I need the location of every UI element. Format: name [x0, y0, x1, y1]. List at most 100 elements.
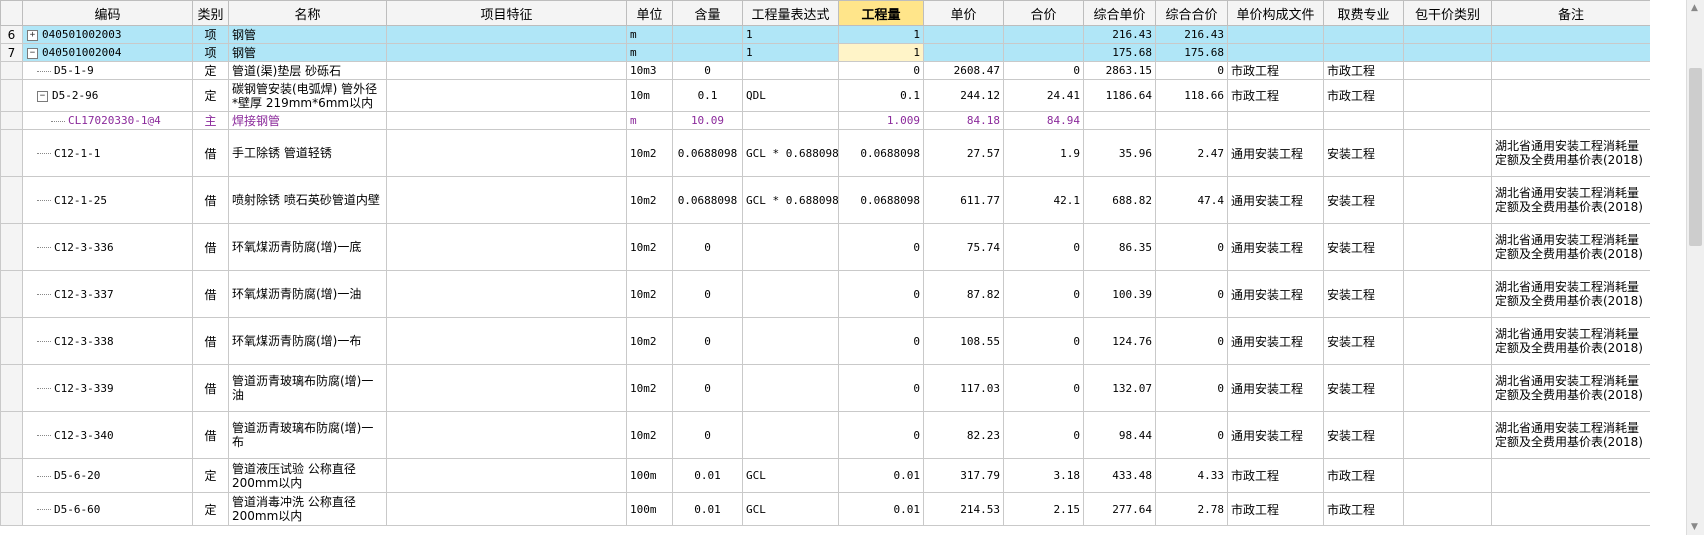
cell-pkg[interactable] [1403, 317, 1492, 365]
cell-code[interactable]: D5-1-9 [22, 61, 193, 80]
cell-remark[interactable] [1491, 458, 1650, 493]
cell-content[interactable]: 0.0688098 [672, 129, 743, 177]
cell-content[interactable]: 0 [672, 270, 743, 318]
cell-remark[interactable] [1491, 25, 1650, 44]
cell-qty[interactable]: 1 [838, 43, 924, 62]
cell-fee[interactable]: 市政工程 [1323, 458, 1404, 493]
cell-qty[interactable]: 1.009 [838, 111, 924, 130]
cell-type[interactable]: 借 [192, 411, 229, 459]
cell-name[interactable]: 环氧煤沥青防腐(增)一底 [228, 223, 387, 271]
header-name[interactable]: 名称 [228, 0, 387, 26]
header-type[interactable]: 类别 [192, 0, 229, 26]
cell-qty[interactable]: 0 [838, 270, 924, 318]
cell-expr[interactable] [742, 223, 839, 271]
cell-expr[interactable]: GCL * 0.688098 [742, 176, 839, 224]
cell-pkg[interactable] [1403, 43, 1492, 62]
cell-qty[interactable]: 0 [838, 317, 924, 365]
cell-total[interactable]: 0 [1003, 317, 1084, 365]
cell-unit[interactable]: 100m [626, 458, 673, 493]
cell-file[interactable]: 通用安装工程 [1227, 364, 1324, 412]
cell-price[interactable]: 87.82 [923, 270, 1004, 318]
cell-price[interactable]: 82.23 [923, 411, 1004, 459]
cell-total[interactable]: 0 [1003, 411, 1084, 459]
table-row[interactable]: C12-3-337 借环氧煤沥青防腐(增)一油 10m2 0 0 87.82 0 100.39… [0, 270, 1650, 318]
header-fee[interactable]: 取费专业 [1323, 0, 1404, 26]
cell-feature[interactable] [386, 458, 627, 493]
table-row[interactable]: 6 +040501002003 项钢管 m 1 1 216.43 216.43 [0, 25, 1650, 44]
cell-unit[interactable]: m [626, 25, 673, 44]
cell-remark[interactable]: 湖北省通用安装工程消耗量定额及全费用基价表(2018) [1491, 223, 1650, 271]
cell-fee[interactable]: 市政工程 [1323, 79, 1404, 112]
table-row[interactable]: C12-1-1 借手工除锈 管道轻锈 10m2 0.0688098 GCL * 0.68… [0, 129, 1650, 177]
cell-remark[interactable]: 湖北省通用安装工程消耗量定额及全费用基价表(2018) [1491, 129, 1650, 177]
cell-name[interactable]: 手工除锈 管道轻锈 [228, 129, 387, 177]
cell-total[interactable]: 42.1 [1003, 176, 1084, 224]
cell-remark[interactable] [1491, 43, 1650, 62]
cell-pkg[interactable] [1403, 129, 1492, 177]
cell-content[interactable]: 0 [672, 411, 743, 459]
cell-code[interactable]: C12-3-338 [22, 317, 193, 365]
cell-price[interactable]: 108.55 [923, 317, 1004, 365]
cell-fee[interactable]: 市政工程 [1323, 61, 1404, 80]
cell-fee[interactable]: 安装工程 [1323, 176, 1404, 224]
cell-ctotal[interactable]: 0 [1155, 317, 1228, 365]
header-code[interactable]: 编码 [22, 0, 193, 26]
cell-unit[interactable]: 10m2 [626, 223, 673, 271]
cell-cprice[interactable]: 277.64 [1083, 492, 1156, 526]
cell-cprice[interactable]: 216.43 [1083, 25, 1156, 44]
cell-total[interactable] [1003, 25, 1084, 44]
cell-unit[interactable]: 10m3 [626, 61, 673, 80]
cell-name[interactable]: 环氧煤沥青防腐(增)一油 [228, 270, 387, 318]
header-ctotal[interactable]: 综合合价 [1155, 0, 1228, 26]
cell-content[interactable]: 0.1 [672, 79, 743, 112]
cell-pkg[interactable] [1403, 79, 1492, 112]
cell-name[interactable]: 管道消毒冲洗 公称直径200mm以内 [228, 492, 387, 526]
cell-total[interactable]: 84.94 [1003, 111, 1084, 130]
collapse-icon[interactable]: − [27, 47, 38, 59]
cell-total[interactable]: 0 [1003, 223, 1084, 271]
cell-price[interactable]: 317.79 [923, 458, 1004, 493]
cell-cprice[interactable]: 35.96 [1083, 129, 1156, 177]
cell-cprice[interactable]: 86.35 [1083, 223, 1156, 271]
cell-price[interactable] [923, 43, 1004, 62]
cell-qty[interactable]: 0.01 [838, 492, 924, 526]
cell-fee[interactable] [1323, 43, 1404, 62]
cell-type[interactable]: 借 [192, 223, 229, 271]
cell-name[interactable]: 环氧煤沥青防腐(增)一布 [228, 317, 387, 365]
cell-expr[interactable] [742, 411, 839, 459]
table-row[interactable]: D5-6-60 定管道消毒冲洗 公称直径200mm以内 100m 0.01 GCL 0.0… [0, 492, 1650, 526]
header-remark[interactable]: 备注 [1491, 0, 1650, 26]
cell-remark[interactable]: 湖北省通用安装工程消耗量定额及全费用基价表(2018) [1491, 411, 1650, 459]
cell-code[interactable]: C12-1-1 [22, 129, 193, 177]
cell-expr[interactable]: GCL [742, 492, 839, 526]
cell-fee[interactable]: 安装工程 [1323, 223, 1404, 271]
cell-fee[interactable] [1323, 25, 1404, 44]
cell-ctotal[interactable]: 0 [1155, 411, 1228, 459]
cell-total[interactable] [1003, 43, 1084, 62]
cell-feature[interactable] [386, 43, 627, 62]
cell-total[interactable]: 0 [1003, 270, 1084, 318]
cell-type[interactable]: 借 [192, 176, 229, 224]
cell-fee[interactable]: 安装工程 [1323, 364, 1404, 412]
cell-content[interactable]: 0 [672, 223, 743, 271]
cell-total[interactable]: 3.18 [1003, 458, 1084, 493]
vertical-scrollbar[interactable]: ▲ ▼ [1686, 0, 1704, 535]
cell-expr[interactable] [742, 61, 839, 80]
cell-name[interactable]: 管道液压试验 公称直径200mm以内 [228, 458, 387, 493]
cell-name[interactable]: 钢管 [228, 25, 387, 44]
cell-pkg[interactable] [1403, 492, 1492, 526]
cell-code[interactable]: C12-3-339 [22, 364, 193, 412]
cell-fee[interactable]: 安装工程 [1323, 129, 1404, 177]
cell-file[interactable] [1227, 25, 1324, 44]
cell-unit[interactable]: 10m2 [626, 270, 673, 318]
cell-content[interactable]: 10.09 [672, 111, 743, 130]
cell-unit[interactable]: m [626, 43, 673, 62]
cell-qty[interactable]: 1 [838, 25, 924, 44]
cell-file[interactable]: 通用安装工程 [1227, 411, 1324, 459]
table-row[interactable]: − D5-2-96 定碳钢管安装(电弧焊) 管外径*壁厚 219mm*6mm以内 10… [0, 79, 1650, 112]
cell-expr[interactable]: QDL [742, 79, 839, 112]
cell-code[interactable]: D5-6-60 [22, 492, 193, 526]
cell-unit[interactable]: 10m2 [626, 411, 673, 459]
cell-content[interactable]: 0.01 [672, 492, 743, 526]
cell-file[interactable] [1227, 43, 1324, 62]
